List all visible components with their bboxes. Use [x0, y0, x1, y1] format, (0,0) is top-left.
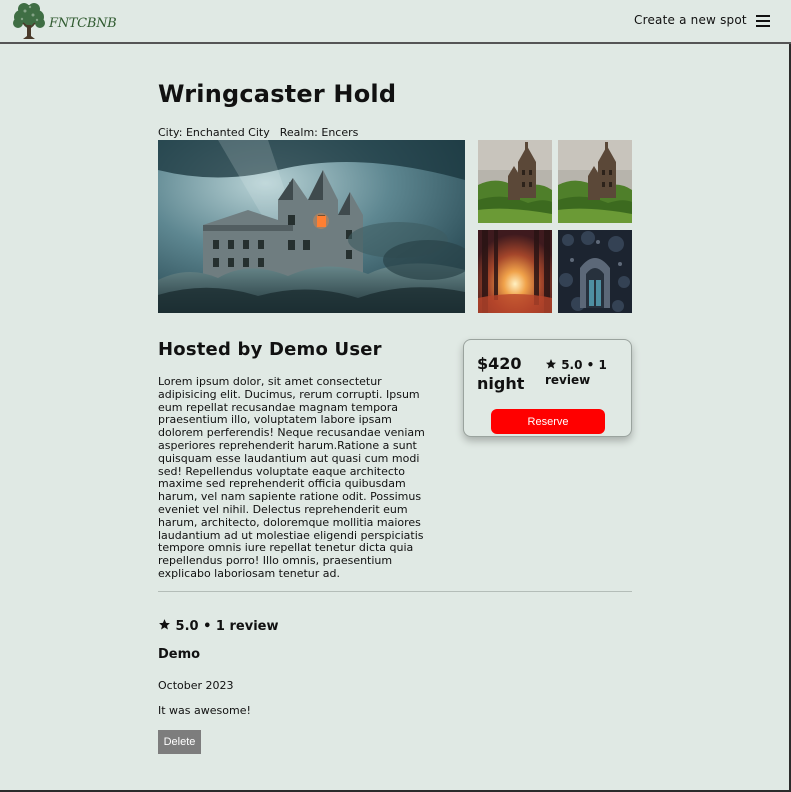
- hamburger-menu-icon[interactable]: [756, 15, 770, 27]
- star-icon: [546, 359, 556, 369]
- review-author: Demo: [158, 647, 201, 662]
- booking-card: $420 night 5.0 • 1 review Reserve: [463, 339, 632, 437]
- spot-thumbnail-2: [558, 140, 632, 223]
- host-heading: Hosted by Demo User: [158, 339, 382, 360]
- spot-title: Wringcaster Hold: [158, 80, 397, 108]
- spot-city: City: Enchanted City: [158, 126, 270, 139]
- reviews-summary-text: 5.0 • 1 review: [175, 619, 279, 634]
- spot-description: Lorem ipsum dolor, sit amet consectetur …: [158, 375, 425, 580]
- review-date: October 2023: [158, 679, 234, 692]
- nightly-price: $420 night: [477, 354, 525, 393]
- create-spot-link[interactable]: Create a new spot: [634, 13, 747, 27]
- reserve-button[interactable]: Reserve: [491, 409, 605, 434]
- spot-main-image: [158, 140, 465, 313]
- card-rating: 5.0 • 1 review: [545, 358, 625, 388]
- spot-thumbnail-4: [558, 230, 632, 313]
- home-logo-link[interactable]: FNTCBNB: [10, 1, 117, 41]
- section-divider: [158, 591, 632, 592]
- spot-location: City: Enchanted City Realm: Encers: [158, 126, 358, 139]
- delete-review-button[interactable]: Delete: [158, 730, 201, 754]
- spot-thumbnail-3: [478, 230, 552, 313]
- review-text: It was awesome!: [158, 704, 251, 717]
- star-icon: [159, 619, 170, 630]
- spot-realm: Realm: Encers: [279, 126, 359, 139]
- reviews-summary: 5.0 • 1 review: [158, 618, 278, 634]
- spot-thumbnail-1: [478, 140, 552, 223]
- tree-logo-icon: [13, 3, 45, 39]
- brand-name: FNTCBNB: [49, 15, 117, 31]
- top-navbar: FNTCBNB Create a new spot: [0, 0, 791, 44]
